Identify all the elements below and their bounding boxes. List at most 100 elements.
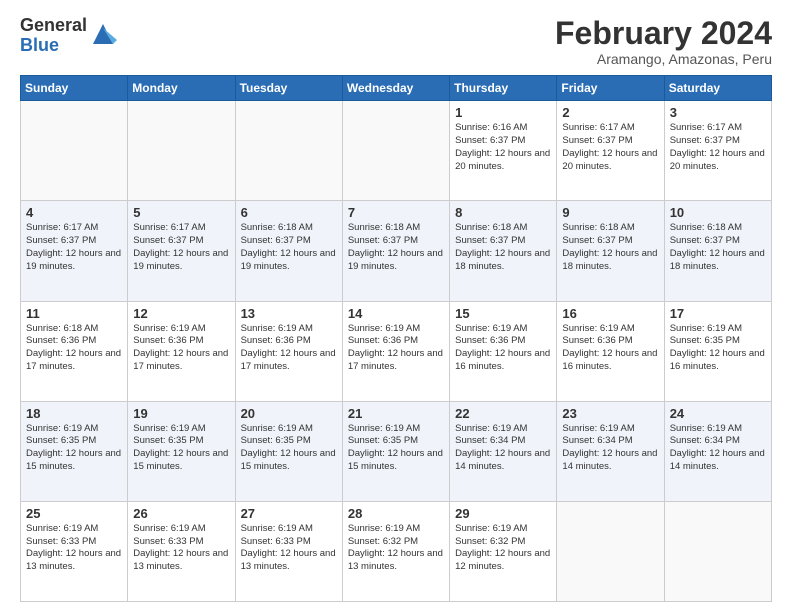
table-row: 17 Sunrise: 6:19 AMSunset: 6:35 PMDayligh… bbox=[664, 301, 771, 401]
week-row: 18 Sunrise: 6:19 AMSunset: 6:35 PMDayligh… bbox=[21, 401, 772, 501]
day-info: Sunrise: 6:19 AMSunset: 6:33 PMDaylight:… bbox=[26, 523, 122, 574]
day-number: 19 bbox=[133, 406, 229, 421]
header-tuesday: Tuesday bbox=[235, 76, 342, 101]
table-row: 18Sunrise: 6:19 AMSunset: 6:35 PMDayligh… bbox=[21, 401, 128, 501]
table-row bbox=[557, 501, 664, 601]
day-number: 11 bbox=[26, 306, 122, 321]
logo-icon bbox=[89, 20, 117, 48]
day-info: Sunrise: 6:16 AMSunset: 6:37 PMDaylight:… bbox=[455, 122, 551, 173]
table-row: 2Sunrise: 6:17 AMSunset: 6:37 PMDaylight… bbox=[557, 101, 664, 201]
table-row: 20 Sunrise: 6:19 AMSunset: 6:35 PMDayligh… bbox=[235, 401, 342, 501]
day-number: 8 bbox=[455, 205, 551, 220]
page: General Blue February 2024 Aramango, Ama… bbox=[0, 0, 792, 612]
logo-blue: Blue bbox=[20, 36, 87, 56]
day-number: 27 bbox=[241, 506, 337, 521]
table-row: 21Sunrise: 6:19 AMSunset: 6:35 PMDayligh… bbox=[342, 401, 449, 501]
day-info: Sunrise: 6:19 AMSunset: 6:33 PMDaylight:… bbox=[241, 523, 337, 574]
day-number: 23 bbox=[562, 406, 658, 421]
logo-general: General bbox=[20, 16, 87, 36]
table-row: 10 Sunrise: 6:18 AMSunset: 6:37 PMDayligh… bbox=[664, 201, 771, 301]
day-info: Sunrise: 6:19 AMSunset: 6:34 PMDaylight:… bbox=[455, 423, 551, 474]
day-info: Sunrise: 6:17 AMSunset: 6:37 PMDaylight:… bbox=[133, 222, 229, 273]
header-thursday: Thursday bbox=[450, 76, 557, 101]
table-row bbox=[21, 101, 128, 201]
day-number: 7 bbox=[348, 205, 444, 220]
table-row bbox=[128, 101, 235, 201]
day-number: 20 bbox=[241, 406, 337, 421]
day-info: Sunrise: 6:19 AMSunset: 6:34 PMDaylight:… bbox=[562, 423, 658, 474]
day-info: Sunrise: 6:19 AMSunset: 6:35 PMDaylight:… bbox=[670, 323, 766, 374]
day-number: 16 bbox=[562, 306, 658, 321]
main-title: February 2024 bbox=[555, 16, 772, 51]
table-row bbox=[664, 501, 771, 601]
table-row: 23 Sunrise: 6:19 AMSunset: 6:34 PMDayligh… bbox=[557, 401, 664, 501]
subtitle: Aramango, Amazonas, Peru bbox=[555, 51, 772, 67]
day-info: Sunrise: 6:19 AMSunset: 6:36 PMDaylight:… bbox=[348, 323, 444, 374]
table-row: 26 Sunrise: 6:19 AMSunset: 6:33 PMDayligh… bbox=[128, 501, 235, 601]
day-info: Sunrise: 6:19 AMSunset: 6:35 PMDaylight:… bbox=[241, 423, 337, 474]
day-info: Sunrise: 6:18 AMSunset: 6:37 PMDaylight:… bbox=[455, 222, 551, 273]
table-row bbox=[235, 101, 342, 201]
day-info: Sunrise: 6:19 AMSunset: 6:32 PMDaylight:… bbox=[348, 523, 444, 574]
table-row: 15Sunrise: 6:19 AMSunset: 6:36 PMDayligh… bbox=[450, 301, 557, 401]
week-row: 4 Sunrise: 6:17 AMSunset: 6:37 PMDaylight… bbox=[21, 201, 772, 301]
calendar: Sunday Monday Tuesday Wednesday Thursday… bbox=[20, 75, 772, 602]
logo: General Blue bbox=[20, 16, 117, 56]
table-row: 29Sunrise: 6:19 AMSunset: 6:32 PMDayligh… bbox=[450, 501, 557, 601]
header-sunday: Sunday bbox=[21, 76, 128, 101]
day-info: Sunrise: 6:18 AMSunset: 6:37 PMDaylight:… bbox=[241, 222, 337, 273]
day-number: 5 bbox=[133, 205, 229, 220]
week-row: 11 Sunrise: 6:18 AMSunset: 6:36 PMDayligh… bbox=[21, 301, 772, 401]
day-info: Sunrise: 6:19 AMSunset: 6:33 PMDaylight:… bbox=[133, 523, 229, 574]
day-number: 12 bbox=[133, 306, 229, 321]
day-info: Sunrise: 6:18 AMSunset: 6:37 PMDaylight:… bbox=[670, 222, 766, 273]
day-number: 25 bbox=[26, 506, 122, 521]
table-row: 19 Sunrise: 6:19 AMSunset: 6:35 PMDayligh… bbox=[128, 401, 235, 501]
table-row: 3 Sunrise: 6:17 AMSunset: 6:37 PMDaylight… bbox=[664, 101, 771, 201]
day-info: Sunrise: 6:18 AMSunset: 6:37 PMDaylight:… bbox=[348, 222, 444, 273]
table-row: 4 Sunrise: 6:17 AMSunset: 6:37 PMDaylight… bbox=[21, 201, 128, 301]
day-number: 10 bbox=[670, 205, 766, 220]
day-info: Sunrise: 6:17 AMSunset: 6:37 PMDaylight:… bbox=[26, 222, 122, 273]
day-number: 18 bbox=[26, 406, 122, 421]
table-row: 12 Sunrise: 6:19 AMSunset: 6:36 PMDayligh… bbox=[128, 301, 235, 401]
day-info: Sunrise: 6:19 AMSunset: 6:36 PMDaylight:… bbox=[241, 323, 337, 374]
table-row bbox=[342, 101, 449, 201]
day-number: 4 bbox=[26, 205, 122, 220]
day-header-row: Sunday Monday Tuesday Wednesday Thursday… bbox=[21, 76, 772, 101]
day-number: 14 bbox=[348, 306, 444, 321]
table-row: 5 Sunrise: 6:17 AMSunset: 6:37 PMDaylight… bbox=[128, 201, 235, 301]
day-info: Sunrise: 6:17 AMSunset: 6:37 PMDaylight:… bbox=[670, 122, 766, 173]
calendar-body: 1 Sunrise: 6:16 AMSunset: 6:37 PMDaylight… bbox=[21, 101, 772, 602]
day-number: 17 bbox=[670, 306, 766, 321]
day-number: 26 bbox=[133, 506, 229, 521]
table-row: 8 Sunrise: 6:18 AMSunset: 6:37 PMDaylight… bbox=[450, 201, 557, 301]
table-row: 11 Sunrise: 6:18 AMSunset: 6:36 PMDayligh… bbox=[21, 301, 128, 401]
table-row: 7 Sunrise: 6:18 AMSunset: 6:37 PMDaylight… bbox=[342, 201, 449, 301]
day-number: 13 bbox=[241, 306, 337, 321]
day-number: 22 bbox=[455, 406, 551, 421]
day-info: Sunrise: 6:19 AMSunset: 6:35 PMDaylight:… bbox=[133, 423, 229, 474]
day-info: Sunrise: 6:18 AMSunset: 6:37 PMDaylight:… bbox=[562, 222, 658, 273]
day-number: 6 bbox=[241, 205, 337, 220]
day-number: 9 bbox=[562, 205, 658, 220]
day-number: 3 bbox=[670, 105, 766, 120]
table-row: 22 Sunrise: 6:19 AMSunset: 6:34 PMDayligh… bbox=[450, 401, 557, 501]
table-row: 28 Sunrise: 6:19 AMSunset: 6:32 PMDayligh… bbox=[342, 501, 449, 601]
day-info: Sunrise: 6:18 AMSunset: 6:36 PMDaylight:… bbox=[26, 323, 122, 374]
day-number: 1 bbox=[455, 105, 551, 120]
week-row: 1 Sunrise: 6:16 AMSunset: 6:37 PMDaylight… bbox=[21, 101, 772, 201]
table-row: 6 Sunrise: 6:18 AMSunset: 6:37 PMDaylight… bbox=[235, 201, 342, 301]
day-info: Sunrise: 6:17 AMSunset: 6:37 PMDaylight:… bbox=[562, 122, 658, 173]
day-info: Sunrise: 6:19 AMSunset: 6:36 PMDaylight:… bbox=[562, 323, 658, 374]
table-row: 9 Sunrise: 6:18 AMSunset: 6:37 PMDaylight… bbox=[557, 201, 664, 301]
table-row: 25 Sunrise: 6:19 AMSunset: 6:33 PMDayligh… bbox=[21, 501, 128, 601]
day-info: Sunrise: 6:19 AMSunset: 6:36 PMDaylight:… bbox=[133, 323, 229, 374]
day-number: 28 bbox=[348, 506, 444, 521]
calendar-header: Sunday Monday Tuesday Wednesday Thursday… bbox=[21, 76, 772, 101]
week-row: 25 Sunrise: 6:19 AMSunset: 6:33 PMDayligh… bbox=[21, 501, 772, 601]
day-info: Sunrise: 6:19 AMSunset: 6:35 PMDaylight:… bbox=[348, 423, 444, 474]
day-number: 29 bbox=[455, 506, 551, 521]
table-row: 16 Sunrise: 6:19 AMSunset: 6:36 PMDayligh… bbox=[557, 301, 664, 401]
table-row: 27 Sunrise: 6:19 AMSunset: 6:33 PMDayligh… bbox=[235, 501, 342, 601]
